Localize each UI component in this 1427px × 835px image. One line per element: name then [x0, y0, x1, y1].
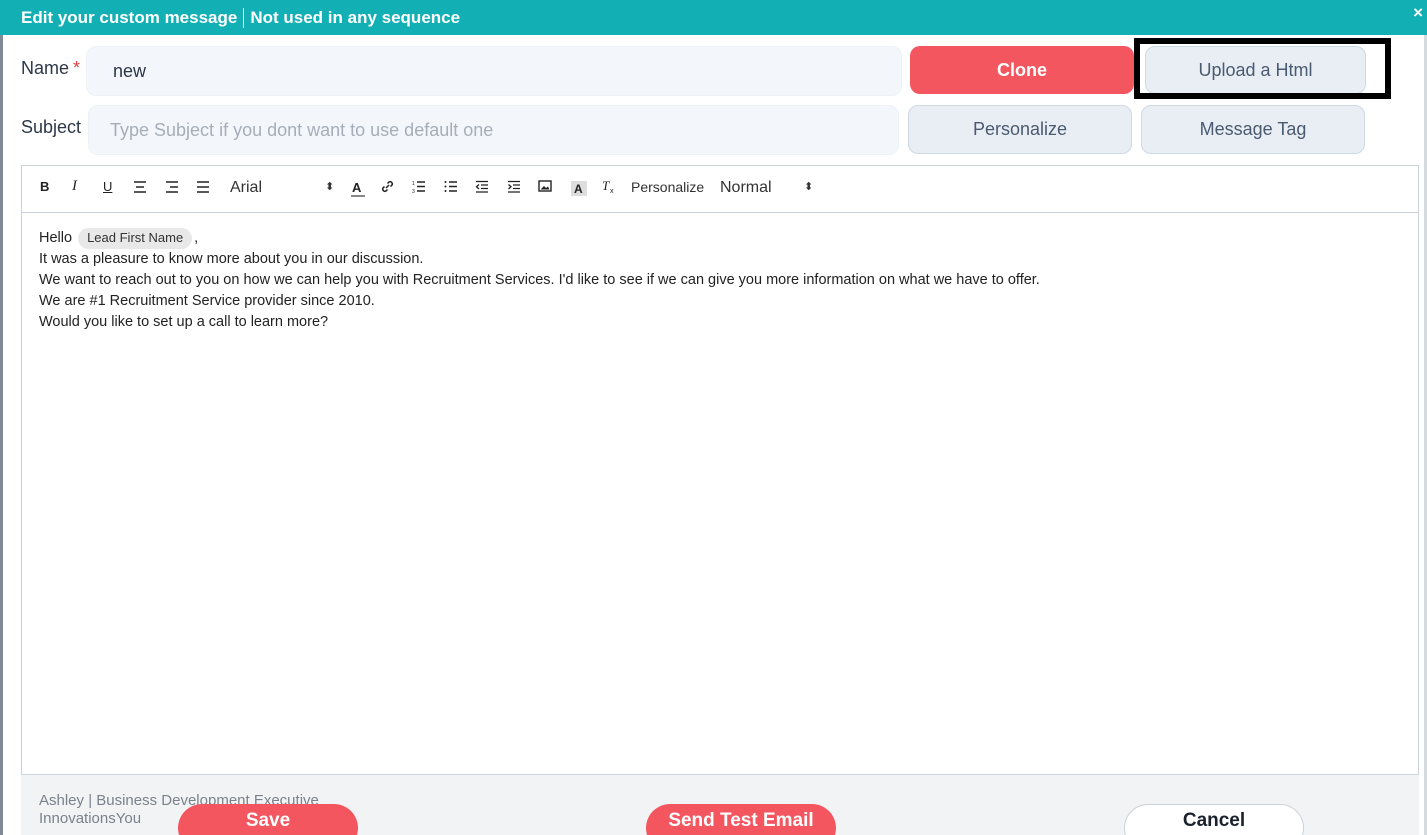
toolbar-personalize-button[interactable]: Personalize — [631, 179, 704, 195]
italic-icon[interactable]: I — [72, 178, 77, 195]
left-edge-divider — [0, 35, 3, 835]
greeting-text: Hello — [39, 230, 73, 246]
svg-text:A: A — [352, 180, 362, 195]
save-button[interactable]: Save — [178, 804, 358, 835]
close-icon[interactable]: × — [1413, 3, 1423, 23]
ordered-list-icon[interactable]: 13 — [412, 180, 426, 193]
name-label-text: Name — [21, 58, 70, 78]
message-body[interactable]: Hello Lead First Name, It was a pleasure… — [39, 228, 1040, 333]
required-mark: * — [73, 58, 81, 78]
link-icon[interactable] — [381, 180, 394, 193]
bold-icon[interactable]: B — [40, 179, 49, 194]
svg-text:1: 1 — [412, 181, 415, 187]
text-size-select[interactable]: Normal — [720, 179, 772, 197]
body-line-4: We are #1 Recruitment Service provider s… — [39, 293, 375, 309]
subject-label: Subject — [21, 117, 82, 137]
chevron-updown-icon: ⬍ — [804, 181, 814, 193]
align-center-icon[interactable] — [133, 181, 147, 193]
indent-icon[interactable] — [507, 180, 521, 193]
message-editor[interactable]: B I U Arial ⬍ A 13 A Tx Personalize Norm… — [21, 165, 1419, 775]
lead-first-name-tag[interactable]: Lead First Name — [78, 228, 193, 249]
highlight-frame — [1134, 38, 1391, 99]
cancel-button[interactable]: Cancel — [1124, 804, 1304, 835]
font-family-select[interactable]: Arial — [230, 179, 262, 197]
clear-format-icon[interactable]: Tx — [601, 179, 616, 194]
body-line-2: It was a pleasure to know more about you… — [39, 251, 424, 267]
title-separator — [243, 7, 245, 28]
subject-placeholder: Type Subject if you dont want to use def… — [110, 119, 494, 140]
outdent-icon[interactable] — [475, 180, 489, 193]
body-line-5: Would you like to set up a call to learn… — [39, 314, 329, 330]
subject-input[interactable]: Type Subject if you dont want to use def… — [88, 105, 899, 155]
signature-line-2: InnovationsYou — [39, 810, 142, 827]
dialog-title: Edit your custom message — [21, 7, 238, 27]
svg-text:T: T — [602, 179, 610, 193]
name-input[interactable]: new — [86, 46, 902, 96]
svg-text:x: x — [610, 188, 614, 194]
text-color-icon[interactable]: A — [350, 180, 366, 198]
editor-toolbar: B I U Arial ⬍ A 13 A Tx Personalize Norm… — [22, 166, 1418, 213]
image-icon[interactable] — [538, 180, 552, 192]
bullet-list-icon[interactable] — [444, 180, 458, 193]
chevron-updown-icon: ⬍ — [325, 181, 335, 193]
align-right-icon[interactable] — [165, 181, 179, 193]
body-line-1: Hello Lead First Name, — [39, 228, 1040, 249]
underline-icon[interactable]: U — [103, 179, 112, 194]
sequence-status: Not used in any sequence — [250, 7, 461, 27]
name-label: Name * — [21, 58, 80, 79]
personalize-button[interactable]: Personalize — [908, 105, 1132, 154]
name-input-value: new — [113, 60, 147, 81]
greeting-comma: , — [194, 230, 199, 246]
background-color-icon[interactable]: A — [570, 179, 588, 197]
message-tag-button[interactable]: Message Tag — [1141, 105, 1365, 154]
align-justify-icon[interactable] — [196, 181, 210, 193]
svg-text:3: 3 — [412, 189, 415, 193]
clone-button[interactable]: Clone — [910, 46, 1134, 94]
send-test-email-button[interactable]: Send Test Email — [646, 804, 836, 835]
body-line-3: We want to reach out to you on how we ca… — [39, 272, 1040, 288]
dialog-header: Edit your custom message Not used in any… — [0, 0, 1427, 35]
svg-text:A: A — [574, 182, 583, 196]
